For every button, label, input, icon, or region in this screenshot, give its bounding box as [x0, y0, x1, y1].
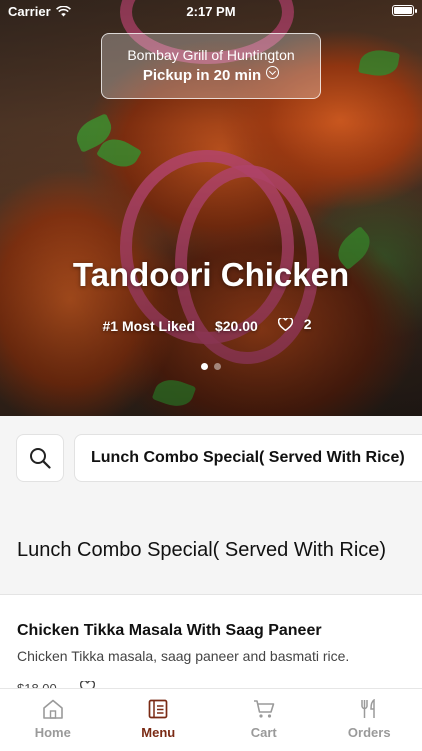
pickup-selector[interactable]: Bombay Grill of Huntington Pickup in 20 …	[101, 33, 321, 99]
search-button[interactable]	[16, 434, 64, 482]
chevron-down-icon	[266, 66, 279, 79]
featured-item-meta: #1 Most Liked $20.00 2	[0, 316, 422, 334]
category-chip[interactable]: Lunch Combo Special( Served With Rice)	[74, 434, 422, 482]
search-icon	[29, 447, 51, 469]
tab-cart[interactable]: Cart	[211, 689, 317, 751]
like-count: 2	[304, 316, 312, 332]
tab-orders-label: Orders	[348, 725, 391, 740]
status-bar: Carrier 2:17 PM	[0, 0, 422, 22]
pickup-time: Pickup in 20 min	[102, 66, 320, 84]
hero-banner[interactable]: Carrier 2:17 PM Bombay Grill of Huntingt…	[0, 0, 422, 416]
pickup-time-label: Pickup in 20 min	[143, 67, 261, 84]
tab-home[interactable]: Home	[0, 689, 106, 751]
menu-book-icon	[148, 699, 168, 719]
carousel-dots[interactable]	[0, 357, 422, 375]
cart-icon	[253, 699, 275, 719]
menu-item-name: Chicken Tikka Masala With Saag Paneer	[17, 622, 322, 640]
tab-cart-label: Cart	[251, 725, 277, 740]
restaurant-name: Bombay Grill of Huntington	[102, 47, 320, 63]
fork-knife-icon	[359, 699, 379, 719]
category-chip-label: Lunch Combo Special( Served With Rice)	[91, 449, 405, 467]
tab-orders[interactable]: Orders	[317, 689, 422, 751]
clock: 2:17 PM	[0, 4, 422, 19]
carousel-dot[interactable]	[214, 363, 221, 370]
heart-icon	[278, 318, 293, 331]
featured-tag: #1 Most Liked	[103, 318, 196, 334]
tab-menu[interactable]: Menu	[106, 689, 212, 751]
carousel-dot[interactable]	[201, 363, 208, 370]
tab-home-label: Home	[35, 725, 71, 740]
menu-section-header: Lunch Combo Special( Served With Rice)	[0, 512, 422, 594]
like-button[interactable]: 2	[278, 316, 320, 332]
featured-price: $20.00	[215, 318, 258, 334]
battery-icon	[392, 5, 414, 16]
tab-menu-label: Menu	[141, 725, 175, 740]
home-icon	[42, 699, 64, 719]
section-title: Lunch Combo Special( Served With Rice)	[17, 538, 397, 562]
featured-item-title: Tandoori Chicken	[0, 256, 422, 294]
tab-bar: Home Menu Cart Orders	[0, 688, 422, 751]
menu-item-description: Chicken Tikka masala, saag paneer and ba…	[17, 648, 349, 664]
category-bar: Lunch Combo Special( Served With Rice)	[0, 416, 422, 512]
